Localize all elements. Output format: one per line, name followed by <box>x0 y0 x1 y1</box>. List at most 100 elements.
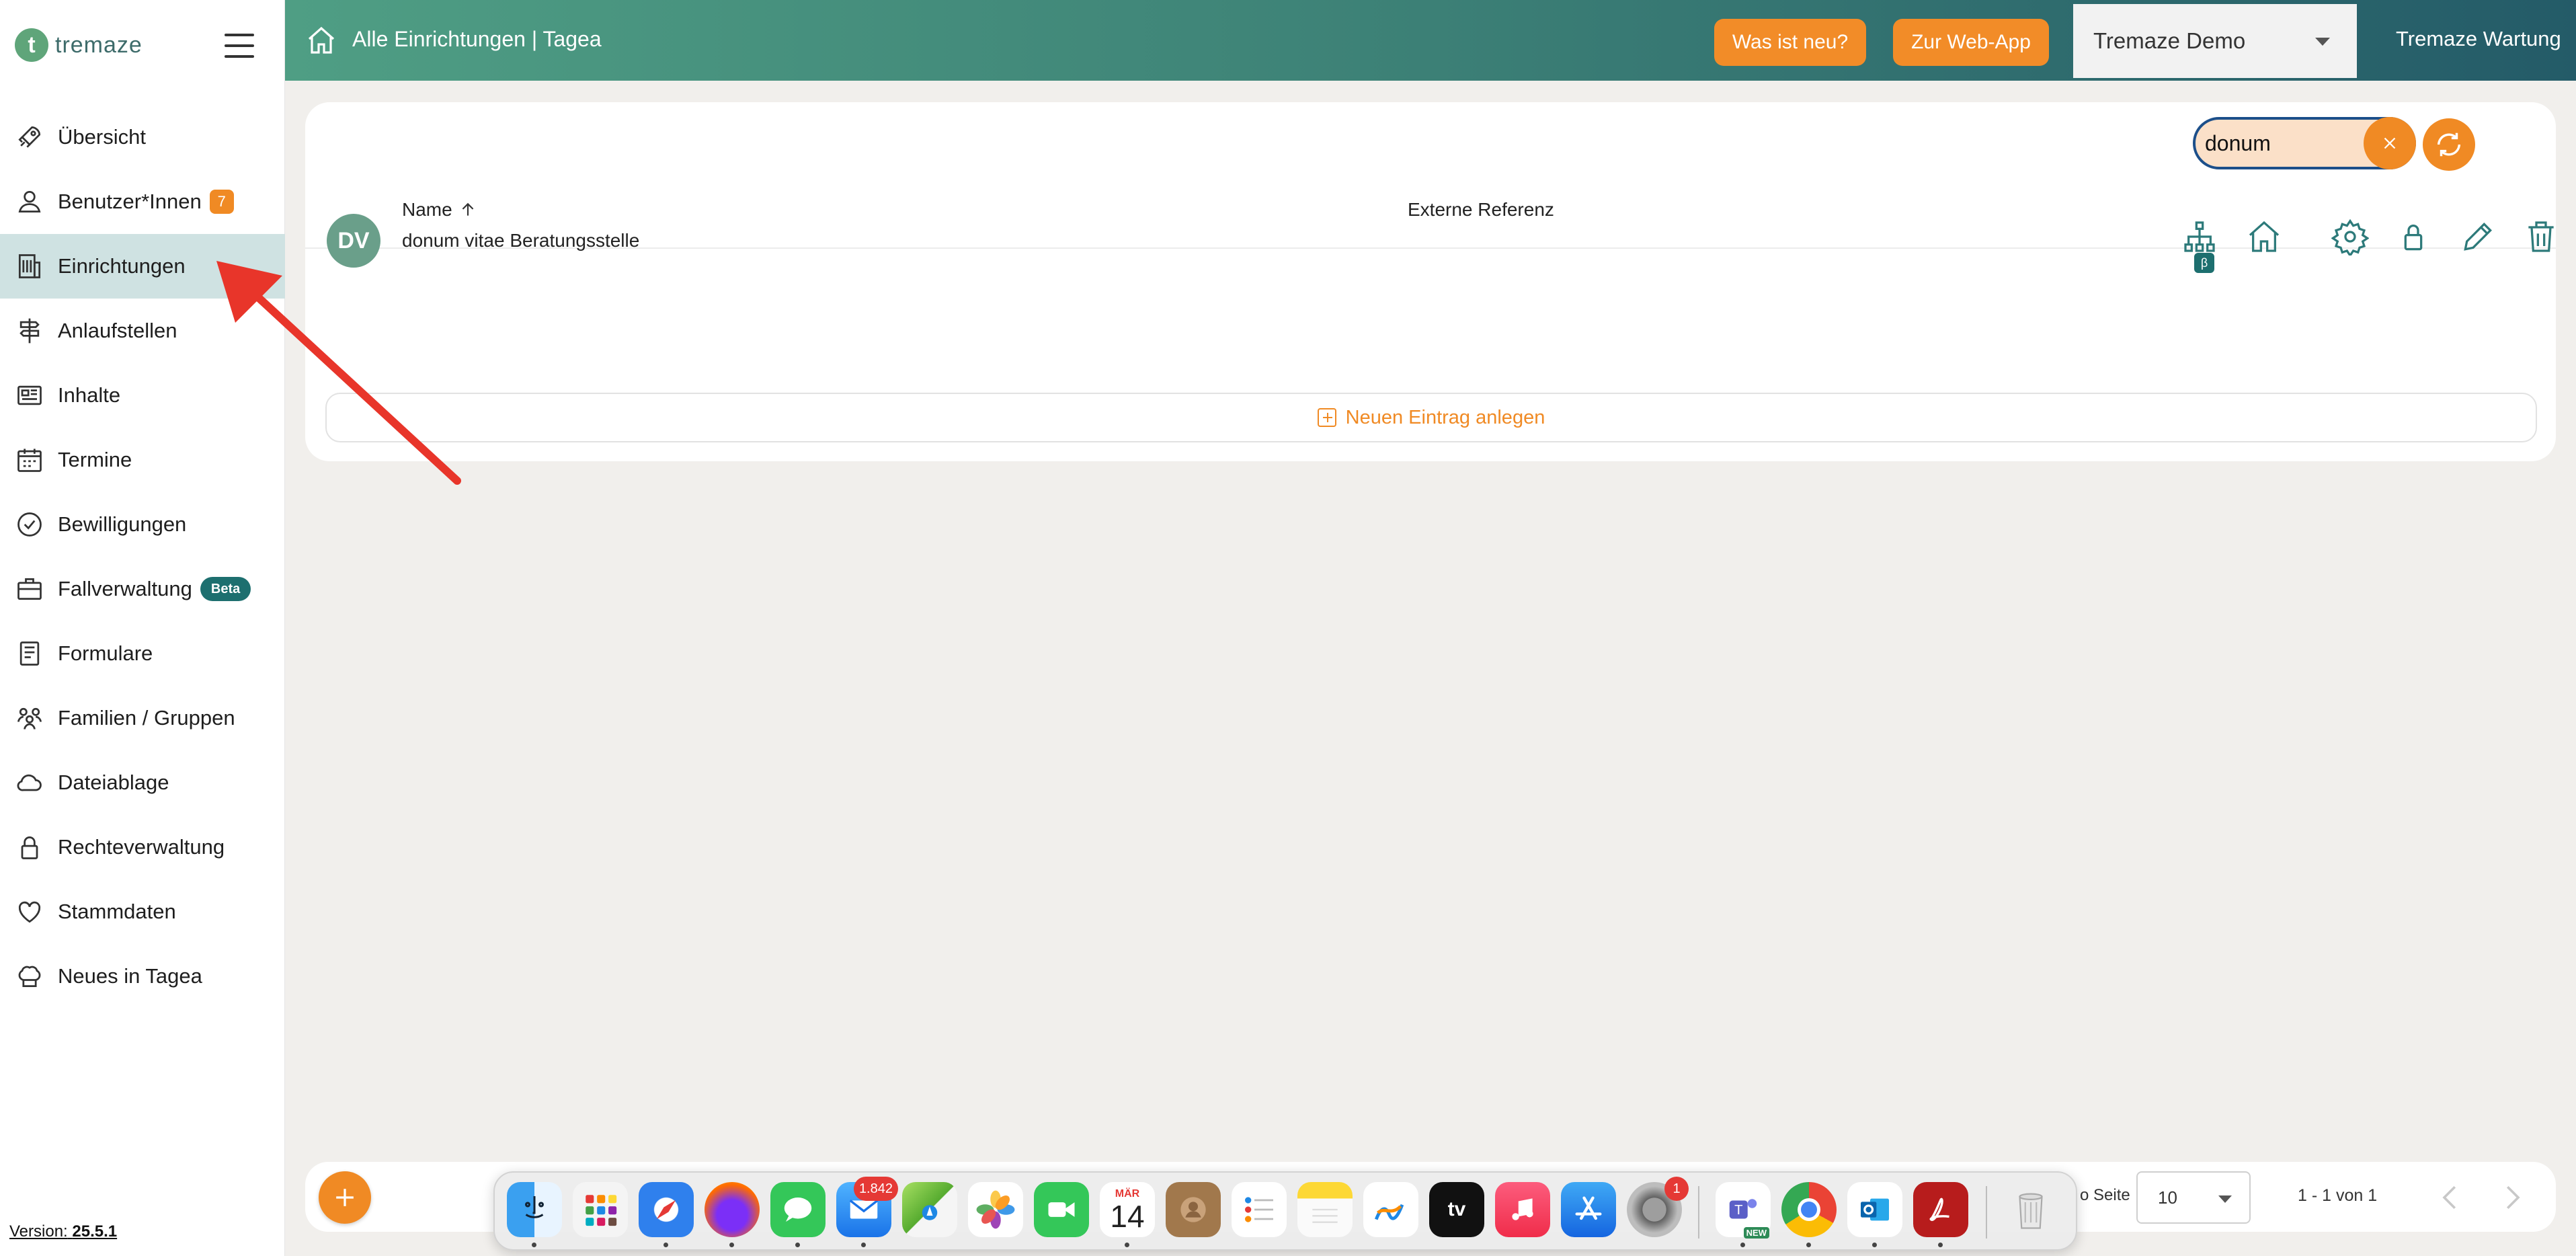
heart-icon <box>15 897 44 927</box>
sidebar-item-termine[interactable]: Termine <box>0 428 285 492</box>
sidebar-item-label: Übersicht <box>58 125 146 149</box>
user-menu[interactable]: Tremaze Wartung <box>2396 27 2561 51</box>
macos-dock: 1.842 MÄR 14 tv 1 T NEW <box>493 1171 2077 1251</box>
briefcase-icon <box>15 574 44 604</box>
firefox-icon[interactable] <box>705 1182 760 1237</box>
facetime-icon[interactable] <box>1034 1182 1089 1237</box>
finder-icon[interactable] <box>507 1182 562 1237</box>
column-header-name[interactable]: Name <box>402 199 477 221</box>
sidebar-item-benutzer[interactable]: Benutzer*Innen 7 <box>0 169 285 234</box>
home-icon[interactable] <box>305 24 337 56</box>
chevron-left-icon <box>2442 1185 2456 1210</box>
edit-button[interactable] <box>2459 218 2497 256</box>
running-indicator <box>1806 1243 1811 1247</box>
sidebar-item-rechteverwaltung[interactable]: Rechteverwaltung <box>0 815 285 879</box>
sidebar-item-dateiablage[interactable]: Dateiablage <box>0 750 285 815</box>
lock-icon <box>15 832 44 862</box>
sidebar-item-label: Rechteverwaltung <box>58 835 225 859</box>
reminders-icon[interactable] <box>1232 1182 1287 1237</box>
sidebar-item-label: Dateiablage <box>58 771 169 794</box>
sidebar-item-label: Stammdaten <box>58 900 176 923</box>
chevron-down-icon <box>2218 1195 2232 1203</box>
sidebar-item-neues[interactable]: Neues in Tagea <box>0 944 285 1009</box>
dock-separator <box>1986 1186 1987 1239</box>
outlook-icon[interactable] <box>1847 1182 1902 1237</box>
running-indicator <box>1740 1243 1745 1247</box>
sidebar-item-label: Benutzer*Innen <box>58 190 202 213</box>
calendar-app-icon[interactable]: MÄR 14 <box>1100 1182 1155 1237</box>
acrobat-icon[interactable] <box>1913 1182 1968 1237</box>
system-settings-icon[interactable]: 1 <box>1627 1177 1689 1237</box>
running-indicator <box>729 1243 734 1247</box>
user-icon <box>15 187 44 217</box>
sidebar-item-fallverwaltung[interactable]: Fallverwaltung Beta <box>0 557 285 621</box>
running-indicator <box>1125 1243 1129 1247</box>
sidebar-item-formulare[interactable]: Formulare <box>0 621 285 686</box>
newspaper-icon <box>15 381 44 410</box>
clear-search-button[interactable] <box>2364 117 2416 169</box>
contacts-icon[interactable] <box>1166 1182 1221 1237</box>
hamburger-menu-icon[interactable] <box>225 34 254 58</box>
lock-icon <box>2404 225 2423 251</box>
sidebar: t tremaze Übersicht Benutzer*Innen 7 Ein… <box>0 0 285 1256</box>
photos-icon[interactable] <box>968 1182 1023 1237</box>
add-button[interactable] <box>319 1171 371 1224</box>
refresh-button[interactable] <box>2423 118 2475 171</box>
whats-new-button[interactable]: Was ist neu? <box>1714 19 1866 66</box>
search-field[interactable] <box>2193 117 2416 169</box>
teams-icon[interactable]: T NEW <box>1716 1182 1771 1239</box>
settings-button[interactable] <box>2331 218 2369 256</box>
chrome-icon[interactable] <box>1781 1182 1837 1237</box>
sidebar-item-uebersicht[interactable]: Übersicht <box>0 105 285 169</box>
delete-button[interactable] <box>2522 218 2560 256</box>
music-icon[interactable] <box>1495 1182 1550 1237</box>
sidebar-item-anlaufstellen[interactable]: Anlaufstellen <box>0 299 285 363</box>
search-input[interactable] <box>2205 130 2366 156</box>
apple-tv-icon[interactable]: tv <box>1429 1182 1484 1237</box>
home-icon <box>2249 221 2280 252</box>
web-app-button[interactable]: Zur Web-App <box>1893 19 2049 66</box>
new-entry-label: Neuen Eintrag anlegen <box>1345 406 1545 428</box>
refresh-icon <box>2437 132 2461 157</box>
notes-icon[interactable] <box>1297 1182 1353 1237</box>
per-page-select[interactable]: 10 <box>2136 1171 2251 1224</box>
maps-icon[interactable] <box>902 1182 957 1237</box>
version-prefix: Version: <box>9 1222 68 1241</box>
group-icon <box>15 703 44 733</box>
table-row[interactable] <box>305 249 2556 323</box>
logo[interactable]: t tremaze <box>15 28 143 62</box>
sidebar-item-label: Neues in Tagea <box>58 964 202 988</box>
sidebar-item-inhalte[interactable]: Inhalte <box>0 363 285 428</box>
version-label[interactable]: Version: 25.5.1 <box>9 1222 117 1241</box>
logo-text: tremaze <box>55 32 143 58</box>
previous-page-button[interactable] <box>2432 1179 2468 1216</box>
sidebar-item-label: Fallverwaltung <box>58 577 192 600</box>
top-header: Alle Einrichtungen | Tagea Was ist neu? … <box>285 0 2576 81</box>
new-entry-button[interactable]: Neuen Eintrag anlegen <box>325 393 2537 442</box>
mail-icon[interactable]: 1.842 <box>836 1177 898 1237</box>
sidebar-item-label: Bewilligungen <box>58 512 187 536</box>
sidebar-item-familien[interactable]: Familien / Gruppen <box>0 686 285 750</box>
teams-new-label: NEW <box>1743 1227 1769 1239</box>
tenant-select[interactable]: Tremaze Demo <box>2073 4 2357 78</box>
org-structure-button[interactable] <box>2181 218 2218 256</box>
launchpad-icon[interactable] <box>573 1182 628 1237</box>
tenant-select-value: Tremaze Demo <box>2093 28 2246 53</box>
home-action-button[interactable] <box>2245 218 2283 256</box>
check-circle-icon <box>15 510 44 539</box>
safari-icon[interactable] <box>639 1182 694 1237</box>
next-page-button[interactable] <box>2494 1179 2530 1216</box>
freeform-icon[interactable] <box>1363 1182 1418 1237</box>
mail-unread-badge: 1.842 <box>853 1177 898 1201</box>
app-store-icon[interactable] <box>1561 1182 1616 1237</box>
plus-icon <box>336 1189 354 1206</box>
permissions-button[interactable] <box>2394 218 2432 256</box>
sidebar-item-einrichtungen[interactable]: Einrichtungen <box>0 234 285 299</box>
rocket-icon <box>15 122 44 152</box>
sidebar-item-bewilligungen[interactable]: Bewilligungen <box>0 492 285 557</box>
document-icon <box>15 639 44 668</box>
sidebar-item-stammdaten[interactable]: Stammdaten <box>0 879 285 944</box>
column-header-reference[interactable]: Externe Referenz <box>1408 199 1554 221</box>
trash-icon[interactable] <box>2003 1182 2058 1237</box>
messages-icon[interactable] <box>770 1182 826 1237</box>
